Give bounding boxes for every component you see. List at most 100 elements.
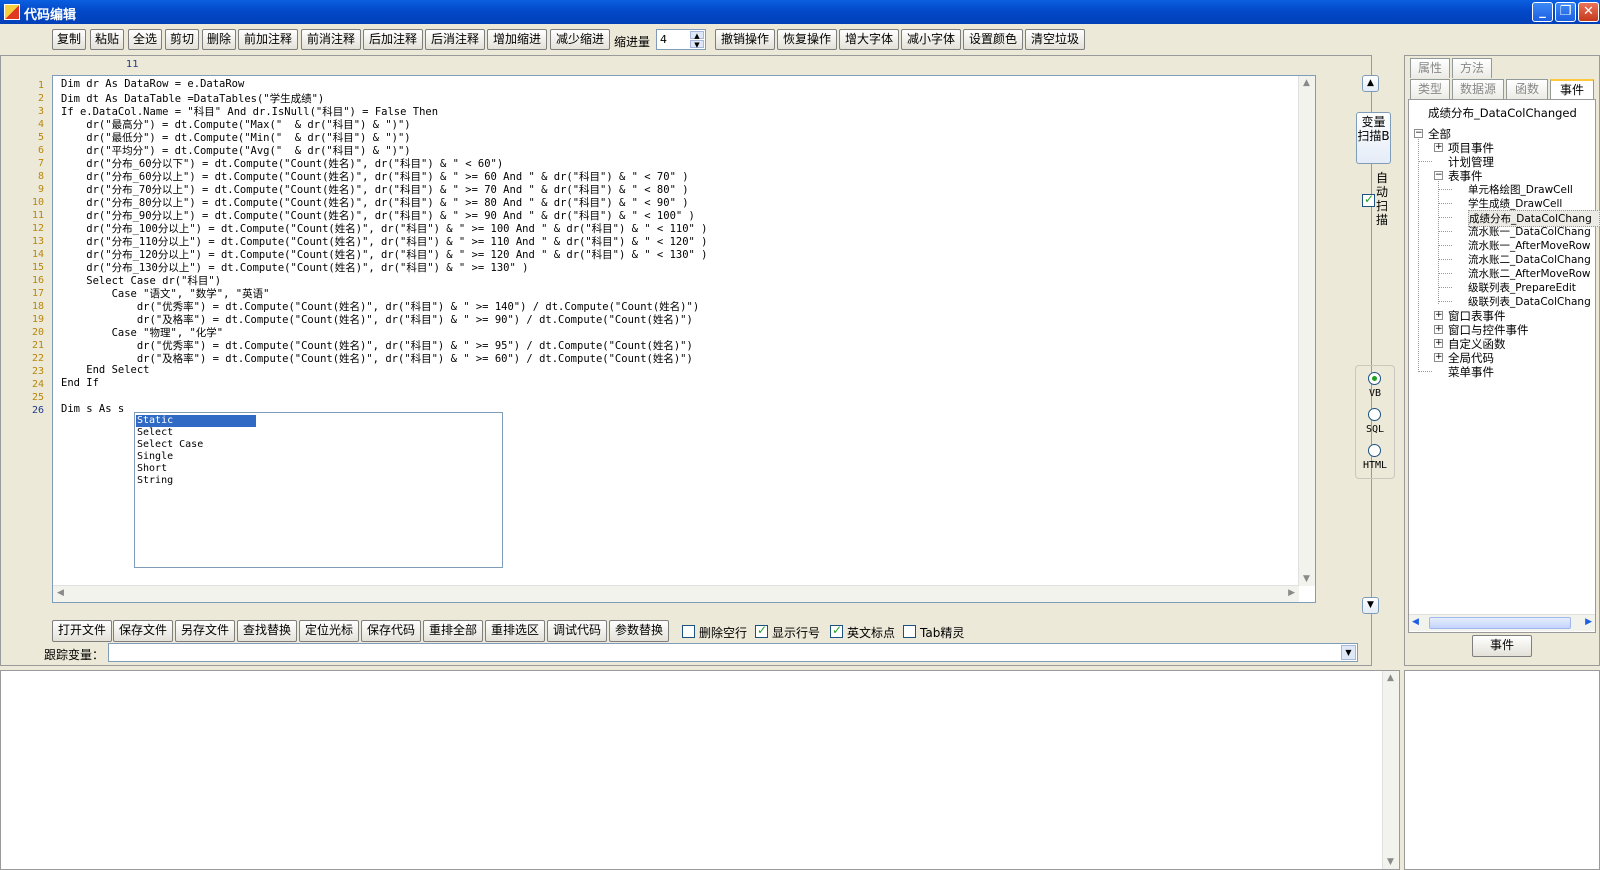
option-checkbox-0[interactable] [682, 625, 695, 638]
expand-icon[interactable]: + [1434, 325, 1443, 334]
option-checkbox-3[interactable] [903, 625, 916, 638]
tab-row2-1[interactable]: 数据源 [1452, 79, 1504, 99]
collapse-icon[interactable]: − [1434, 171, 1443, 180]
tree-node[interactable]: 级联列表_DataColChang [1468, 294, 1598, 309]
scan-variables-button[interactable]: 变量扫描B [1356, 112, 1391, 164]
bottom-button-8[interactable]: 调试代码 [547, 620, 607, 642]
toolbar-button-3[interactable]: 剪切 [165, 29, 199, 50]
autocomplete-item[interactable]: String [136, 475, 174, 487]
toolbar-button-9[interactable]: 增加缩进 [487, 29, 547, 50]
bottom-button-0[interactable]: 打开文件 [52, 620, 112, 642]
toolbar-button-10[interactable]: 减少缩进 [550, 29, 610, 50]
tree-node[interactable]: 流水账二_AfterMoveRow [1468, 266, 1598, 281]
tab-row1-1[interactable]: 方法 [1452, 58, 1492, 78]
autocomplete-item[interactable]: Select [136, 427, 174, 439]
restore-button[interactable]: ❐ [1555, 2, 1576, 22]
autocomplete-item[interactable]: Select Case [136, 439, 204, 451]
scroll-right-icon[interactable]: ▶ [1288, 588, 1295, 598]
tab-row2-2[interactable]: 函数 [1506, 79, 1548, 99]
code-line[interactable]: dr("及格率") = dt.Compute("Count(姓名)", dr("… [61, 351, 693, 366]
bottom-button-5[interactable]: 保存代码 [361, 620, 421, 642]
nav-up-icon[interactable]: ▲ [1362, 75, 1379, 92]
bottom-button-3[interactable]: 查找替换 [237, 620, 297, 642]
toolbar-button2-1[interactable]: 恢复操作 [777, 29, 837, 50]
autocomplete-item[interactable]: Single [136, 451, 174, 463]
expand-icon[interactable]: + [1434, 311, 1443, 320]
scroll-down-icon[interactable]: ▼ [1303, 574, 1310, 584]
tree-scroll-left-icon[interactable]: ◀ [1412, 617, 1419, 627]
line-number: 19 [31, 314, 44, 325]
toolbar-button-8[interactable]: 后消注释 [425, 29, 485, 50]
bottom-button-9[interactable]: 参数替换 [609, 620, 669, 642]
bottom-button-7[interactable]: 重排选区 [485, 620, 545, 642]
trace-variable-combo[interactable]: ▼ [108, 643, 1358, 662]
nav-down-icon[interactable]: ▼ [1362, 597, 1379, 614]
language-radio-html[interactable] [1368, 444, 1381, 457]
code-line[interactable]: Dim s As s [61, 403, 124, 415]
tree-node[interactable]: 流水账一_DataColChang [1468, 224, 1598, 239]
stepper-up-icon[interactable]: ▲ [690, 31, 704, 40]
language-label-html: HTML [1362, 460, 1388, 471]
expand-icon[interactable]: + [1434, 339, 1443, 348]
editor-vertical-scrollbar[interactable]: ▲ ▼ [1298, 76, 1315, 586]
tree-scroll-right-icon[interactable]: ▶ [1585, 617, 1592, 627]
option-label-3: Tab精灵 [920, 626, 965, 640]
output-scrollbar[interactable]: ▲ ▼ [1382, 671, 1399, 869]
toolbar-button2-4[interactable]: 设置颜色 [963, 29, 1023, 50]
tree-node[interactable]: 单元格绘图_DrawCell [1468, 182, 1598, 197]
autocomplete-popup[interactable]: Static Select Select Case Single Short String [134, 412, 503, 568]
collapse-icon[interactable]: − [1414, 129, 1423, 138]
toolbar-button-7[interactable]: 后加注释 [363, 29, 423, 50]
autocomplete-item[interactable]: Short [136, 463, 168, 475]
code-line[interactable]: End If [61, 377, 99, 389]
toolbar-button2-0[interactable]: 撤销操作 [715, 29, 775, 50]
tree-scroll-thumb[interactable] [1429, 617, 1571, 629]
tree-node[interactable]: 级联列表_PrepareEdit [1468, 280, 1598, 295]
tree-node[interactable]: 学生成绩_DrawCell [1468, 196, 1598, 211]
language-radio-vb[interactable] [1368, 372, 1381, 385]
toolbar-button-6[interactable]: 前消注释 [301, 29, 361, 50]
toolbar-button-0[interactable]: 复制 [52, 29, 86, 50]
tree-node[interactable]: 菜单事件 [1448, 364, 1494, 380]
close-button[interactable]: ✕ [1578, 2, 1599, 22]
tab-row1-0[interactable]: 属性 [1410, 58, 1450, 78]
toolbar-button2-5[interactable]: 清空垃圾 [1025, 29, 1085, 50]
editor-horizontal-scrollbar[interactable]: ◀ ▶ [53, 585, 1299, 602]
scroll-left-icon[interactable]: ◀ [57, 588, 64, 598]
code-line[interactable]: Dim dr As DataRow = e.DataRow [61, 78, 244, 90]
bottom-button-1[interactable]: 保存文件 [113, 620, 173, 642]
code-line[interactable]: End Select [61, 364, 149, 376]
output-scroll-up-icon[interactable]: ▲ [1387, 673, 1394, 683]
tab-row2-0[interactable]: 类型 [1410, 79, 1450, 99]
tree-node[interactable]: 流水账二_DataColChang [1468, 252, 1598, 267]
tree-node[interactable]: 流水账一_AfterMoveRow [1468, 238, 1598, 253]
tree-line [1438, 259, 1452, 260]
bottom-button-2[interactable]: 另存文件 [175, 620, 235, 642]
auto-scan-checkbox[interactable] [1362, 192, 1375, 207]
minimize-button[interactable]: _ [1532, 2, 1553, 22]
toolbar-button-2[interactable]: 全选 [128, 29, 162, 50]
toolbar-button-5[interactable]: 前加注释 [238, 29, 298, 50]
expand-icon[interactable]: + [1434, 353, 1443, 362]
output-pane[interactable]: ▲ ▼ [0, 670, 1400, 870]
tree-line [1418, 371, 1432, 372]
stepper-down-icon[interactable]: ▼ [690, 40, 704, 49]
autocomplete-item[interactable]: Static [136, 415, 256, 427]
expand-icon[interactable]: + [1434, 143, 1443, 152]
toolbar-button-4[interactable]: 删除 [202, 29, 236, 50]
option-checkbox-1[interactable] [755, 623, 768, 638]
event-button[interactable]: 事件 [1472, 635, 1532, 657]
tab-row2-3[interactable]: 事件 [1550, 79, 1594, 99]
toolbar-button2-2[interactable]: 增大字体 [839, 29, 899, 50]
tree-horizontal-scrollbar[interactable]: ◀ ▶ [1409, 614, 1595, 631]
toolbar-button-1[interactable]: 粘贴 [90, 29, 124, 50]
bottom-button-4[interactable]: 定位光标 [299, 620, 359, 642]
indent-stepper[interactable]: 4 ▲ ▼ [656, 29, 706, 50]
scroll-up-icon[interactable]: ▲ [1303, 78, 1310, 88]
toolbar-button2-3[interactable]: 减小字体 [901, 29, 961, 50]
language-radio-sql[interactable] [1368, 408, 1381, 421]
dropdown-arrow-icon[interactable]: ▼ [1341, 645, 1356, 660]
option-checkbox-2[interactable] [830, 623, 843, 638]
output-scroll-down-icon[interactable]: ▼ [1387, 857, 1394, 867]
bottom-button-6[interactable]: 重排全部 [423, 620, 483, 642]
